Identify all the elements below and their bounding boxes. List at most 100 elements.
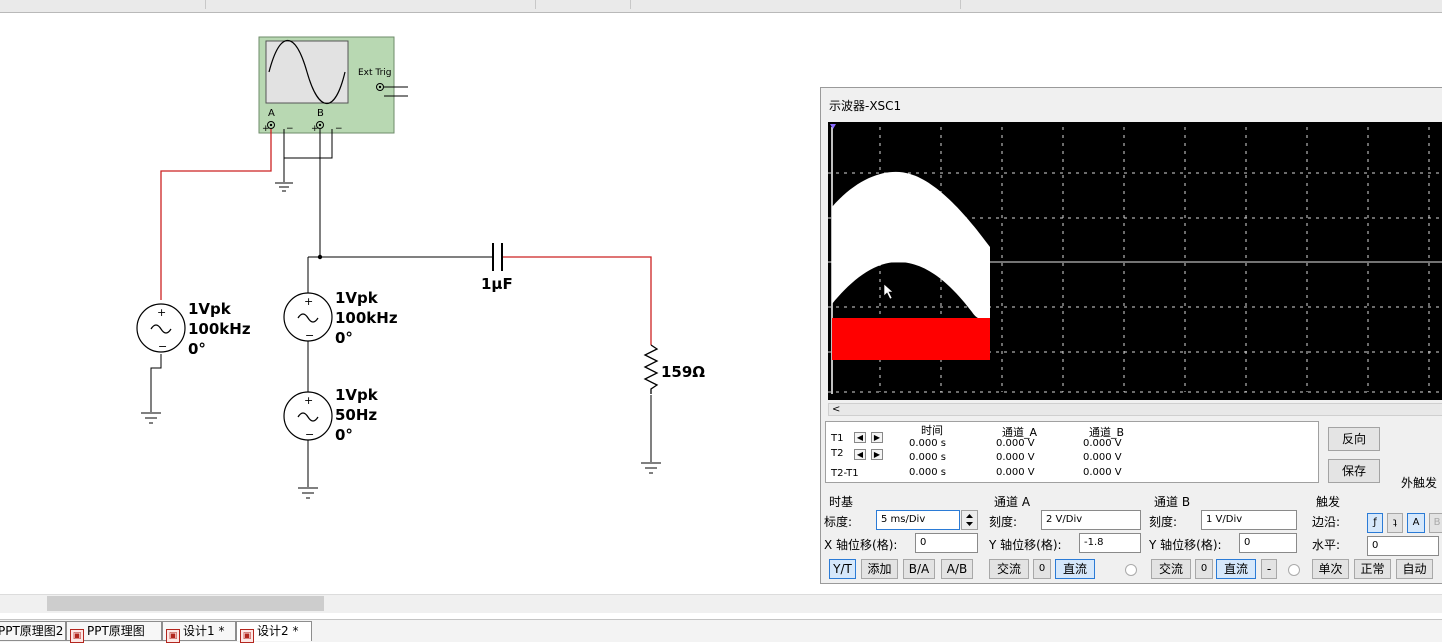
t1-channel-a: 0.000 V — [996, 438, 1035, 449]
svg-text:+: + — [157, 306, 166, 319]
t1-channel-b: 0.000 V — [1083, 438, 1122, 449]
channel-a-scale-label: 刻度: — [989, 515, 1018, 529]
t2-right-arrow[interactable]: ▶ — [871, 449, 883, 460]
oscilloscope-icon[interactable]: Ext Trig A B + − + − — [258, 36, 408, 134]
timebase-spinner[interactable] — [961, 510, 978, 530]
channel-a-ypos-input[interactable]: -1.8 — [1079, 533, 1141, 553]
row-label-t2-t1: T2-T1 — [831, 468, 859, 479]
channel-a-dc-button[interactable]: 直流 — [1055, 559, 1095, 579]
svg-text:+: + — [304, 295, 313, 308]
ext-trig-label: Ext Trig — [358, 68, 392, 78]
window-title: 示波器-XSC1 — [829, 99, 902, 113]
normal-mode-button[interactable]: 正常 — [1354, 559, 1391, 579]
tab-design-1[interactable]: ▣ 设计1 * — [162, 621, 236, 643]
svg-text:−: − — [286, 124, 294, 134]
channel-a-radio[interactable] — [1125, 564, 1137, 576]
trigger-edge-label: 边沿: — [1312, 515, 1341, 529]
add-button[interactable]: 添加 — [861, 559, 898, 579]
reverse-button[interactable]: 反向 — [1328, 427, 1380, 451]
t1-right-arrow[interactable]: ▶ — [871, 432, 883, 443]
ground-icon — [141, 412, 161, 424]
t2-time: 0.000 s — [909, 452, 947, 463]
timebase-xpos-label: X 轴位移(格): — [824, 538, 898, 552]
ba-button[interactable]: B/A — [903, 559, 935, 579]
channel-a-ac-button[interactable]: 交流 — [989, 559, 1029, 579]
timebase-scale-label: 标度: — [824, 515, 853, 529]
timebase-title: 时基 — [829, 495, 854, 509]
timebase-scale-input[interactable]: 5 ms/Div — [876, 510, 960, 530]
source2-frequency: 100kHz — [335, 309, 398, 327]
resistor[interactable]: 159Ω — [643, 344, 705, 394]
svg-text:+: + — [311, 124, 319, 134]
document-tab-bar: PPT原理图2 ▣ PPT原理图 ▣ 设计1 * ▣ 设计2 * — [0, 619, 1442, 643]
ac-source-2[interactable]: + − 1Vpk 100kHz 0° — [283, 289, 398, 347]
ground-icon — [298, 487, 318, 499]
svg-text:+: + — [304, 394, 313, 407]
falling-edge-button[interactable]: ʇ — [1387, 513, 1403, 533]
trigger-source-a-button[interactable]: A — [1407, 513, 1425, 533]
svg-text:−: − — [305, 428, 314, 441]
capacitor[interactable]: 1μF — [481, 243, 513, 293]
tab-ppt-schematic[interactable]: ▣ PPT原理图 — [66, 621, 162, 643]
trigger-source-b-button[interactable]: B — [1429, 513, 1442, 533]
row-label-t1: T1 — [831, 433, 844, 444]
source3-frequency: 50Hz — [335, 406, 377, 424]
ground-icon — [641, 462, 661, 474]
channel-a-label: A — [268, 108, 275, 119]
oscilloscope-window[interactable]: 示波器-XSC1 < T1 T2 T2-T1 ◀ ▶ ◀ ▶ 时间 通道_A 通… — [820, 87, 1442, 584]
ab-button[interactable]: A/B — [941, 559, 973, 579]
auto-mode-button[interactable]: 自动 — [1396, 559, 1433, 579]
ext-trigger-label: 外触发 — [1401, 476, 1438, 490]
ground-icon — [275, 182, 293, 192]
resistor-value: 159Ω — [661, 363, 705, 381]
junction-dot — [317, 254, 323, 260]
channel-a-scale-input[interactable]: 2 V/Div — [1041, 510, 1141, 530]
channel-b-ypos-input[interactable]: 0 — [1239, 533, 1297, 553]
toolbar-segment — [0, 0, 206, 9]
t2-channel-b: 0.000 V — [1083, 452, 1122, 463]
channel-a-zero-button[interactable]: 0 — [1033, 559, 1051, 579]
channel-b-ac-button[interactable]: 交流 — [1151, 559, 1191, 579]
source2-phase: 0° — [335, 329, 353, 347]
ac-source-1[interactable]: + − 1Vpk 100kHz 0° — [136, 300, 251, 358]
channel-b-zero-button[interactable]: 0 — [1195, 559, 1213, 579]
channel-b-radio[interactable] — [1288, 564, 1300, 576]
cursor-readout: T1 T2 T2-T1 ◀ ▶ ◀ ▶ 时间 通道_A 通道_B 0.000 s… — [825, 421, 1319, 483]
trigger-level-input[interactable]: 0 — [1367, 536, 1439, 556]
source1-phase: 0° — [188, 340, 206, 358]
source1-amplitude: 1Vpk — [188, 300, 232, 318]
tab-ppt-schematic-2[interactable]: PPT原理图2 — [0, 621, 66, 641]
ac-source-3[interactable]: + − 1Vpk 50Hz 0° — [283, 386, 379, 444]
channel-b-trace — [832, 318, 990, 360]
tab-label: 设计2 * — [257, 624, 299, 638]
t1-left-arrow[interactable]: ◀ — [854, 432, 866, 443]
source3-amplitude: 1Vpk — [335, 386, 379, 404]
scope-screen[interactable] — [828, 122, 1442, 400]
single-mode-button[interactable]: 单次 — [1312, 559, 1349, 579]
save-button[interactable]: 保存 — [1328, 459, 1380, 483]
channel-b-scale-input[interactable]: 1 V/Div — [1201, 510, 1297, 530]
toolbar-segment — [535, 0, 631, 9]
schematic-scrollbar[interactable] — [0, 594, 1442, 613]
tab-design-2[interactable]: ▣ 设计2 * — [236, 621, 312, 643]
channel-b-minus-button[interactable]: - — [1261, 559, 1277, 579]
source3-phase: 0° — [335, 426, 353, 444]
source2-amplitude: 1Vpk — [335, 289, 379, 307]
rising-edge-button[interactable]: ƒ — [1367, 513, 1383, 533]
trigger-marker — [830, 124, 836, 129]
channel-b-dc-button[interactable]: 直流 — [1216, 559, 1256, 579]
tab-label: PPT原理图2 — [0, 624, 64, 638]
channel-a-trace — [832, 171, 990, 322]
row-label-t2: T2 — [831, 448, 844, 459]
t2-left-arrow[interactable]: ◀ — [854, 449, 866, 460]
yt-button[interactable]: Y/T — [829, 559, 856, 579]
mouse-cursor-icon — [883, 283, 894, 300]
capacitor-value: 1μF — [481, 275, 513, 293]
toolbar-segment — [205, 0, 536, 9]
timebase-xpos-input[interactable]: 0 — [915, 533, 978, 553]
scroll-left-arrow[interactable]: < — [832, 404, 840, 415]
diff-time: 0.000 s — [909, 467, 947, 478]
scrollbar-thumb[interactable] — [47, 596, 324, 611]
scope-scrollbar[interactable]: < — [828, 403, 1442, 416]
channel-a-ypos-label: Y 轴位移(格): — [989, 538, 1062, 552]
